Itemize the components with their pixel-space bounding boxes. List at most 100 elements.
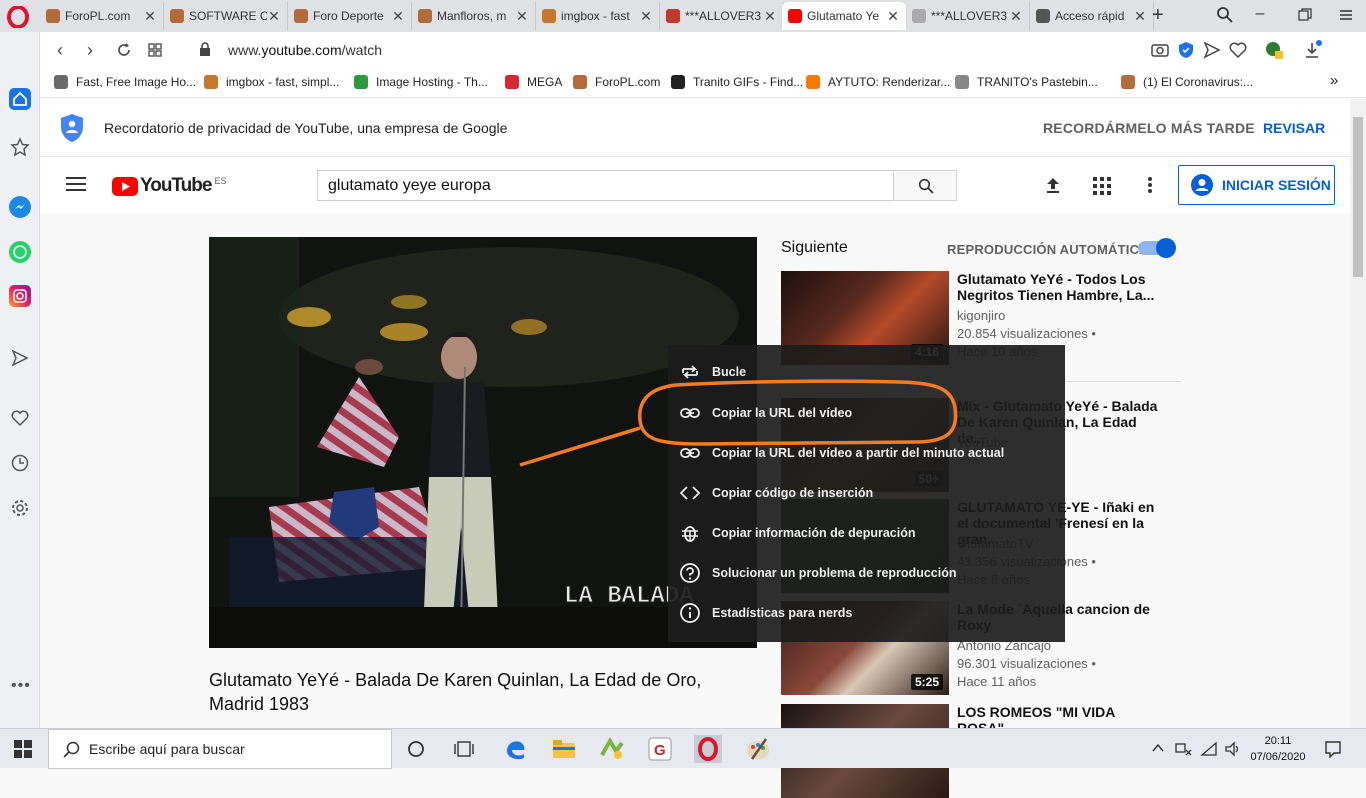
lock-icon[interactable]	[199, 42, 211, 57]
send-icon[interactable]	[1202, 40, 1222, 60]
snapshot-camera-icon[interactable]	[1150, 40, 1170, 60]
sign-in-button[interactable]: INICIAR SESIÓN	[1178, 165, 1335, 205]
speed-dial-icon[interactable]	[9, 88, 31, 110]
browser-tab-strip: ForoPL.com ✕ SOFTWARE C ✕ Foro Deporte ✕ Manfl…	[0, 0, 1366, 32]
bookmark-item[interactable]: ForoPL.com	[573, 75, 660, 89]
more-icon[interactable]: •••	[11, 677, 31, 695]
download-icon[interactable]	[1302, 40, 1322, 60]
wifi-icon[interactable]	[1200, 741, 1218, 757]
bug-icon	[682, 526, 698, 542]
browser-tab[interactable]: Manfloros, m ✕	[412, 2, 536, 30]
browser-tab[interactable]: Acceso rápid ✕	[1030, 2, 1154, 30]
task-view-icon[interactable]	[454, 740, 474, 758]
reload-icon[interactable]	[116, 42, 132, 58]
tab-close-icon[interactable]: ✕	[1009, 8, 1023, 25]
context-menu-item[interactable]: Copiar la URL del vídeo a partir del min…	[668, 433, 1065, 473]
page-scrollbar[interactable]	[1350, 99, 1366, 728]
player-send-icon[interactable]	[10, 348, 30, 368]
browser-tab[interactable]: ForoPL.com ✕	[40, 2, 164, 30]
network-disconnected-icon[interactable]	[1174, 741, 1192, 757]
browser-tab[interactable]: ***ALLOVER3 ✕	[906, 2, 1030, 30]
bookmark-item[interactable]: AYTUTO: Renderizar...	[806, 75, 950, 89]
browser-tab[interactable]: Foro Deporte ✕	[288, 2, 412, 30]
bookmark-item[interactable]: imgbox - fast, simpl...	[204, 75, 339, 89]
context-menu-item[interactable]: Copiar información de depuración	[668, 513, 1065, 553]
show-hidden-icons-chevron-icon[interactable]	[1152, 742, 1164, 754]
privacy-reminder-banner: Recordatorio de privacidad de YouTube, u…	[40, 99, 1350, 157]
tab-close-icon[interactable]: ✕	[515, 8, 529, 25]
tab-close-icon[interactable]: ✕	[639, 8, 653, 25]
context-menu-item[interactable]: Estadísticas para nerds	[668, 593, 1065, 633]
more-vertical-icon[interactable]	[1147, 176, 1153, 194]
history-clock-icon[interactable]	[10, 453, 30, 473]
tab-close-icon[interactable]: ✕	[1133, 8, 1147, 25]
back-button[interactable]: ‹	[50, 40, 70, 60]
recommendation-title[interactable]: Glutamato YeYé - Todos Los Negritos Tien…	[957, 271, 1162, 303]
bookmark-item[interactable]: TRANITO's Pastebin...	[955, 75, 1098, 89]
edge-browser-icon[interactable]	[502, 735, 530, 763]
browser-tab[interactable]: imgbox - fast ✕	[536, 2, 660, 30]
context-menu-item[interactable]: Copiar código de inserción	[668, 473, 1065, 513]
context-menu-item[interactable]: Bucle	[668, 352, 1065, 392]
bookmark-item[interactable]: (1) El Coronavirus:...	[1121, 75, 1253, 89]
instagram-icon[interactable]	[9, 285, 31, 307]
bookmarks-icon[interactable]	[10, 137, 30, 157]
whatsapp-icon[interactable]	[9, 241, 31, 263]
file-explorer-icon[interactable]	[550, 735, 578, 763]
messenger-icon[interactable]	[9, 196, 31, 218]
youtube-logo[interactable]: YouTube ES	[112, 175, 226, 197]
search-input[interactable]	[317, 170, 893, 201]
tab-close-icon[interactable]: ✕	[886, 8, 900, 25]
volume-icon[interactable]	[1224, 741, 1242, 757]
system-clock[interactable]: 20:11 07/06/2020	[1248, 733, 1308, 765]
apps-grid-icon[interactable]	[1093, 177, 1111, 195]
help-icon	[680, 563, 700, 583]
restore-icon[interactable]	[1298, 8, 1312, 22]
recommendation-channel[interactable]: kigonjiro	[957, 308, 1005, 323]
search-button[interactable]	[893, 170, 957, 201]
media-app-icon[interactable]	[598, 735, 626, 763]
new-tab-button[interactable]: +	[1152, 4, 1164, 27]
tab-close-icon[interactable]: ✕	[143, 8, 157, 25]
recommendation-views: 96.301 visualizaciones •	[957, 656, 1096, 671]
review-button[interactable]: REVISAR	[1263, 120, 1325, 136]
tab-close-icon[interactable]: ✕	[763, 8, 777, 25]
g-app-icon[interactable]: G	[646, 735, 674, 763]
easy-setup-icon[interactable]	[1338, 7, 1354, 23]
favorites-heart-icon[interactable]	[10, 408, 30, 428]
notifications-icon[interactable]	[1324, 740, 1342, 758]
wallet-globe-icon[interactable]	[1264, 40, 1284, 60]
tab-close-icon[interactable]: ✕	[391, 8, 405, 25]
bookmark-item[interactable]: MEGA	[505, 75, 562, 89]
search-tabs-icon[interactable]	[1216, 6, 1234, 24]
heart-icon[interactable]	[1228, 40, 1248, 60]
scrollbar-thumb[interactable]	[1353, 117, 1363, 277]
opera-taskbar-icon[interactable]	[694, 735, 722, 763]
browser-tab[interactable]: SOFTWARE C ✕	[164, 2, 288, 30]
browser-tab[interactable]: ***ALLOVER3 ✕	[660, 2, 784, 30]
vpn-shield-icon[interactable]	[1176, 40, 1196, 60]
taskbar-search-box[interactable]: Escribe aquí para buscar	[48, 729, 392, 769]
more-bookmarks-button[interactable]: »	[1330, 72, 1338, 89]
tab-grid-icon[interactable]	[147, 42, 163, 58]
tab-close-icon[interactable]: ✕	[267, 8, 281, 25]
upload-icon[interactable]	[1044, 176, 1062, 194]
opera-logo-icon[interactable]	[7, 6, 29, 28]
bookmark-item[interactable]: Tranito GIFs - Find...	[671, 75, 803, 89]
context-menu-item[interactable]: Copiar la URL del vídeo	[668, 393, 1065, 433]
bookmark-item[interactable]: Image Hosting - Th...	[354, 75, 488, 89]
minimize-icon[interactable]: –	[1250, 5, 1270, 25]
remind-later-button[interactable]: RECORDÁRMELO MÁS TARDE	[1043, 120, 1255, 136]
browser-tab[interactable]: Glutamato Ye ✕	[782, 2, 906, 30]
url-field[interactable]: www.youtube.com/watch	[228, 42, 382, 58]
context-menu-item[interactable]: Solucionar un problema de reproducción	[668, 553, 1065, 593]
paint-app-icon[interactable]	[744, 735, 772, 763]
bookmarks-bar: Fast, Free Image Ho... imgbox - fast, sim…	[40, 68, 1366, 98]
forward-button[interactable]: ›	[80, 40, 100, 60]
autoplay-toggle[interactable]	[1138, 238, 1176, 258]
settings-gear-icon[interactable]	[10, 498, 30, 518]
cortana-icon[interactable]	[407, 740, 425, 758]
bookmark-item[interactable]: Fast, Free Image Ho...	[54, 75, 196, 89]
hamburger-menu-icon[interactable]	[66, 176, 86, 192]
windows-start-icon[interactable]	[14, 740, 32, 758]
